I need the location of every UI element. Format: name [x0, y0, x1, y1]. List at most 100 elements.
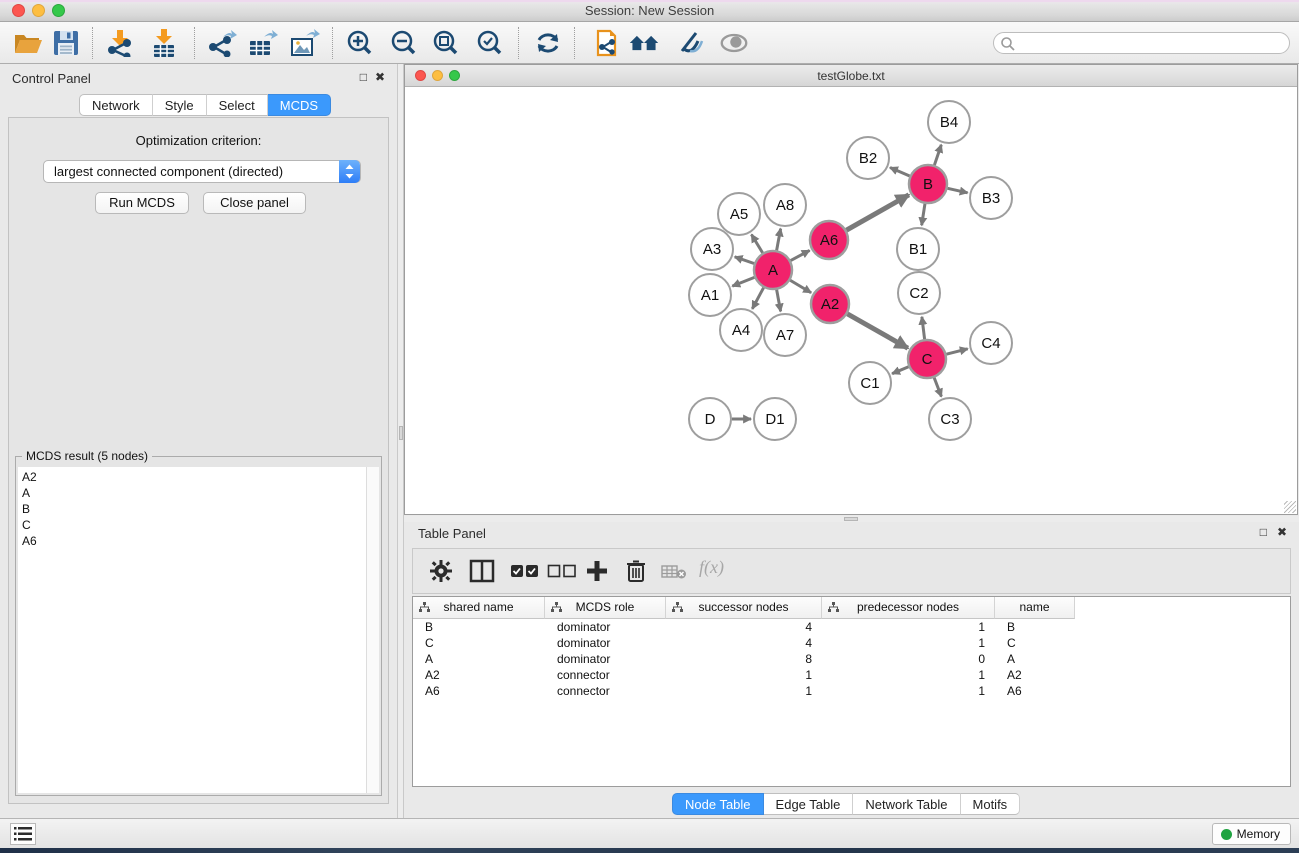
divider-grip[interactable]	[399, 426, 403, 440]
tab-network-table[interactable]: Network Table	[853, 793, 960, 815]
table-cell[interactable]: 1	[822, 667, 995, 683]
table-cell[interactable]: C	[413, 635, 545, 651]
table-cell[interactable]: C	[995, 635, 1075, 651]
edge-A-A3[interactable]	[735, 257, 754, 264]
float-panel-icon[interactable]: □	[360, 70, 367, 84]
export-image-icon[interactable]	[288, 29, 320, 57]
vertical-split-divider[interactable]	[397, 64, 404, 818]
table-cell[interactable]: B	[413, 619, 545, 635]
edge-A-A2[interactable]	[790, 280, 811, 292]
tab-select[interactable]: Select	[207, 94, 268, 116]
tab-edge-table[interactable]: Edge Table	[764, 793, 854, 815]
table-cell[interactable]: B	[995, 619, 1075, 635]
export-table-icon[interactable]	[246, 29, 278, 57]
hide-graphics-details-icon[interactable]	[676, 29, 708, 57]
table-cell[interactable]: 1	[666, 683, 822, 699]
table-cell[interactable]: A	[995, 651, 1075, 667]
show-column-icon[interactable]	[469, 559, 495, 583]
column-header-name[interactable]: name	[995, 597, 1075, 619]
table-cell[interactable]: A	[413, 651, 545, 667]
open-session-icon[interactable]	[12, 29, 44, 57]
table-cell[interactable]: 1	[822, 619, 995, 635]
table-row[interactable]: Adominator80A	[413, 651, 1290, 667]
edge-A-A1[interactable]	[732, 277, 754, 286]
column-header-predecessor-nodes[interactable]: predecessor nodes	[822, 597, 995, 619]
edge-B-B2[interactable]	[890, 168, 910, 177]
table-cell[interactable]: dominator	[545, 635, 666, 651]
network-window-titlebar[interactable]: testGlobe.txt	[405, 65, 1297, 87]
table-cell[interactable]: 1	[822, 683, 995, 699]
search-input[interactable]	[1018, 34, 1283, 52]
table-cell[interactable]: A2	[995, 667, 1075, 683]
mcds-result-item[interactable]: A2	[22, 469, 366, 485]
table-row[interactable]: Bdominator41B	[413, 619, 1290, 635]
tab-network[interactable]: Network	[79, 94, 153, 116]
run-mcds-button[interactable]: Run MCDS	[95, 192, 189, 214]
table-cell[interactable]: connector	[545, 683, 666, 699]
export-network-icon[interactable]	[206, 29, 238, 57]
table-cell[interactable]: 4	[666, 635, 822, 651]
table-cell[interactable]: 1	[666, 667, 822, 683]
mcds-result-item[interactable]: C	[22, 517, 366, 533]
table-cell[interactable]: A6	[995, 683, 1075, 699]
memory-button[interactable]: Memory	[1212, 823, 1291, 845]
table-cell[interactable]: 0	[822, 651, 995, 667]
network-canvas[interactable]: AA1A2A3A4A5A6A7A8BB1B2B3B4CC1C2C3C4DD1	[405, 88, 1297, 514]
zoom-in-icon[interactable]	[344, 29, 376, 57]
column-header-successor-nodes[interactable]: successor nodes	[666, 597, 822, 619]
edge-A-A7[interactable]	[777, 290, 781, 312]
task-history-button[interactable]	[10, 823, 36, 845]
edge-B-B1[interactable]	[922, 204, 925, 226]
table-cell[interactable]: dominator	[545, 651, 666, 667]
table-cell[interactable]: A2	[413, 667, 545, 683]
mcds-result-scrollbar[interactable]	[366, 467, 379, 793]
column-header-mcds-role[interactable]: MCDS role	[545, 597, 666, 619]
edge-A6-B[interactable]	[846, 195, 908, 230]
edge-A2-C[interactable]	[847, 314, 907, 348]
close-panel-icon[interactable]: ✖	[1277, 525, 1287, 539]
deselect-all-icon[interactable]	[547, 559, 577, 583]
select-all-icon[interactable]	[510, 559, 540, 583]
clone-network-icon[interactable]	[592, 29, 624, 57]
close-panel-icon[interactable]: ✖	[375, 70, 385, 84]
tab-mcds[interactable]: MCDS	[268, 94, 331, 116]
mcds-result-item[interactable]: A	[22, 485, 366, 501]
tab-style[interactable]: Style	[153, 94, 207, 116]
float-panel-icon[interactable]: □	[1260, 525, 1267, 539]
column-header-shared-name[interactable]: shared name	[413, 597, 545, 619]
divider-grip[interactable]	[844, 517, 858, 521]
edge-A-A8[interactable]	[777, 229, 781, 251]
mcds-result-item[interactable]: B	[22, 501, 366, 517]
function-builder-icon[interactable]: f(x)	[699, 557, 724, 578]
table-cell[interactable]: 8	[666, 651, 822, 667]
home-icon[interactable]	[628, 29, 660, 57]
table-cell[interactable]: 1	[822, 635, 995, 651]
edge-A-A4[interactable]	[752, 288, 763, 309]
edge-B-B4[interactable]	[934, 145, 941, 165]
column-settings-gear-icon[interactable]	[429, 559, 453, 583]
delete-column-trash-icon[interactable]	[625, 559, 647, 583]
import-network-icon[interactable]	[104, 29, 136, 57]
tab-node-table[interactable]: Node Table	[672, 793, 764, 815]
mcds-result-list[interactable]: A2ABCA6	[18, 467, 366, 793]
show-hide-eye-icon[interactable]	[718, 29, 750, 57]
edge-C-C4[interactable]	[946, 349, 967, 354]
edge-C-C3[interactable]	[934, 378, 941, 397]
edge-B-B3[interactable]	[948, 188, 968, 192]
table-cell[interactable]: connector	[545, 667, 666, 683]
table-cell[interactable]: dominator	[545, 619, 666, 635]
zoom-fit-icon[interactable]	[430, 29, 462, 57]
edge-A-A6[interactable]	[791, 250, 810, 260]
zoom-selected-icon[interactable]	[474, 29, 506, 57]
save-session-icon[interactable]	[50, 29, 82, 57]
refresh-icon[interactable]	[532, 29, 564, 57]
mcds-result-item[interactable]: A6	[22, 533, 366, 549]
create-column-plus-icon[interactable]	[585, 559, 609, 583]
edge-A-A5[interactable]	[751, 235, 762, 253]
window-resize-grip[interactable]	[1284, 501, 1296, 513]
edge-C-C2[interactable]	[922, 317, 925, 339]
edge-C-C1[interactable]	[892, 367, 908, 374]
table-row[interactable]: Cdominator41C	[413, 635, 1290, 651]
table-cell[interactable]: A6	[413, 683, 545, 699]
close-panel-button[interactable]: Close panel	[203, 192, 306, 214]
